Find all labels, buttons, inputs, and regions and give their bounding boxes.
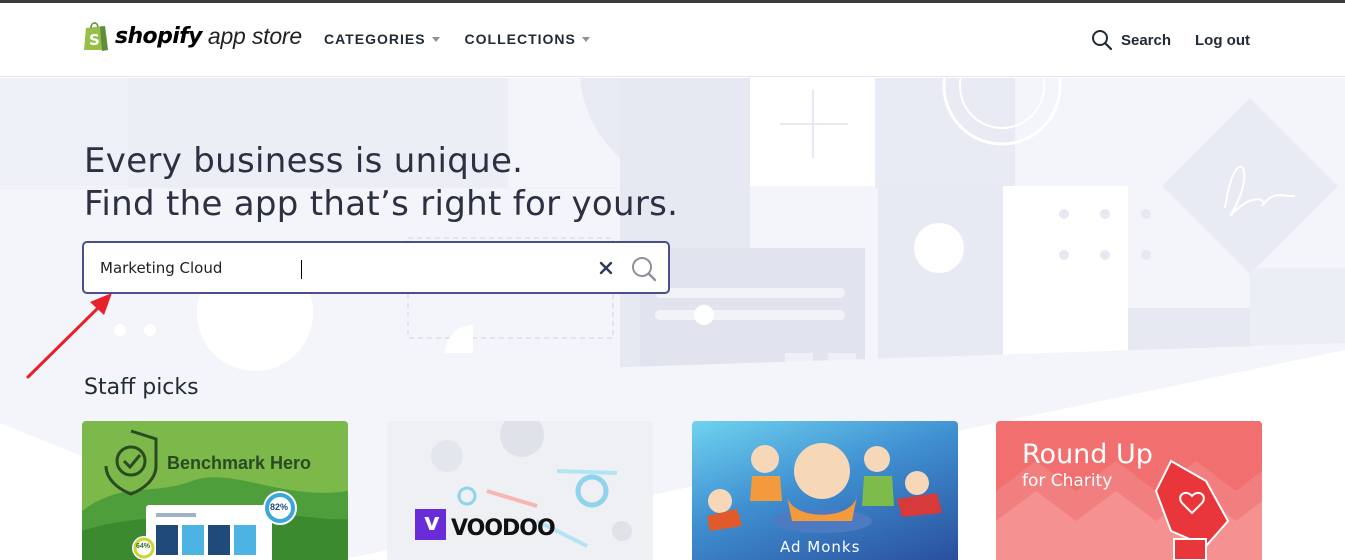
voodoo-logo-letter: v [424, 508, 440, 536]
search-icon[interactable] [630, 255, 658, 283]
clear-icon[interactable] [598, 260, 614, 276]
hero-headline: Every business is unique. Find the app t… [84, 140, 678, 226]
benchmark-hero-artwork [82, 429, 348, 560]
app-card-round-up[interactable]: Round Up for Charity [996, 421, 1262, 560]
card-title: VOODOO [451, 516, 556, 541]
search-icon [1091, 30, 1113, 51]
shopify-bag-icon: S [84, 22, 108, 51]
logo-wordmark: shopify [115, 23, 202, 49]
annotation-arrow [26, 293, 112, 379]
nav-collections[interactable]: COLLECTIONS [465, 31, 590, 47]
nav-collections-label: COLLECTIONS [464, 31, 576, 47]
search-input[interactable] [100, 256, 580, 280]
header-search-label: Search [1120, 31, 1172, 49]
caret-down-icon [581, 36, 590, 42]
app-search-box [82, 241, 670, 294]
card-title: Ad Monks [780, 538, 861, 556]
card-title: Round Up [1022, 439, 1153, 470]
card-badge-value: 82% [270, 502, 289, 512]
app-card-voodoo[interactable]: v VOODOO [387, 421, 653, 560]
nav-categories[interactable]: CATEGORIES [324, 31, 440, 47]
app-card-benchmark-hero[interactable]: Benchmark Hero 82% 64% [82, 421, 348, 560]
caret-down-icon [431, 36, 440, 42]
shopify-app-store-logo[interactable]: S shopify app store [83, 19, 302, 53]
card-subtitle: for Charity [1022, 471, 1113, 491]
hero-headline-line1: Every business is unique. [84, 141, 524, 181]
card-badge-value: 64% [136, 543, 151, 550]
logout-link[interactable]: Log out [1195, 32, 1250, 49]
header-search-link[interactable]: Search [1091, 29, 1171, 51]
main-nav: CATEGORIES COLLECTIONS [324, 31, 615, 47]
nav-categories-label: CATEGORIES [324, 31, 426, 47]
header-actions: Search Log out [1091, 29, 1250, 51]
hero-headline-line2: Find the app that’s right for yours. [84, 184, 679, 224]
svg-text:S: S [89, 31, 100, 49]
site-header: S shopify app store CATEGORIES COLLECTIO… [0, 3, 1345, 77]
text-cursor [301, 260, 302, 279]
logo-subtitle: app store [207, 22, 302, 49]
card-title: Benchmark Hero [167, 453, 312, 473]
staff-picks-heading: Staff picks [84, 375, 199, 400]
app-card-ad-monks[interactable]: Ad Monks [692, 421, 958, 560]
